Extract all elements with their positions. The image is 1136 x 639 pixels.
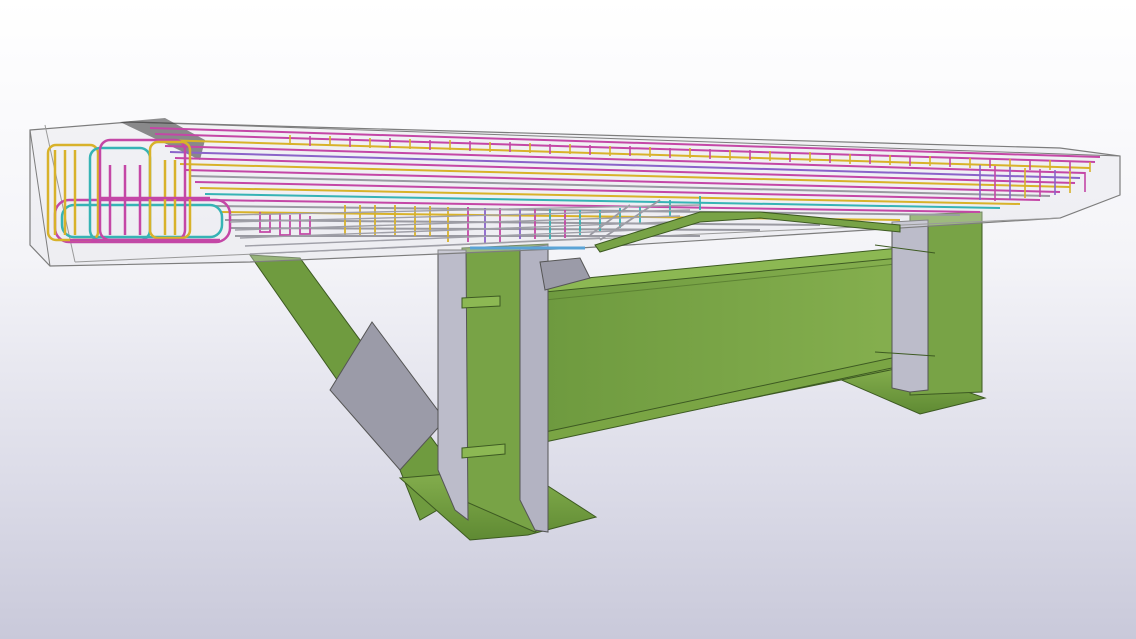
front-cross-girder xyxy=(437,243,549,533)
bridge-model-render[interactable] xyxy=(0,0,1136,639)
main-girder-web xyxy=(544,245,921,443)
3d-model-viewport[interactable] xyxy=(0,0,1136,639)
